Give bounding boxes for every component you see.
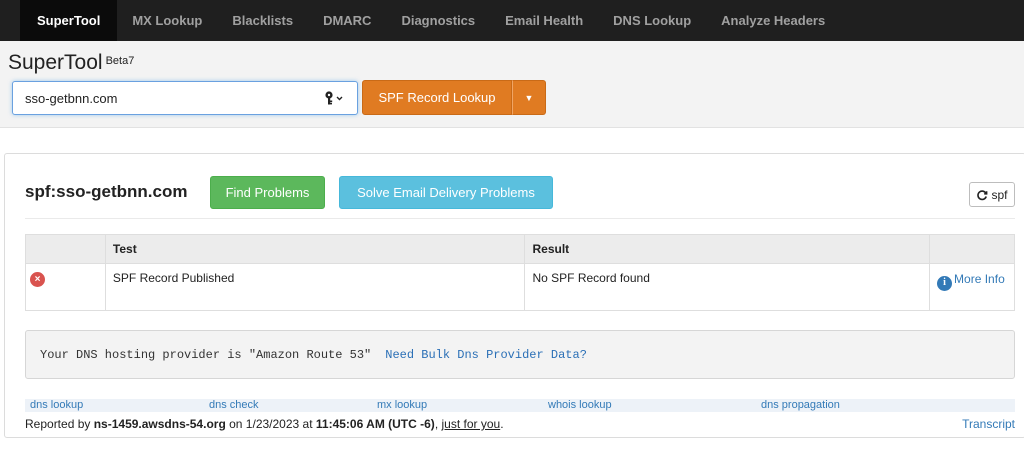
lookup-button-group: SPF Record Lookup ▼ [362,80,546,115]
dns-provider-notice: Your DNS hosting provider is "Amazon Rou… [25,330,1015,379]
brand-name: SuperTool [8,51,103,74]
nav-tab-analyze-headers[interactable]: Analyze Headers [706,0,840,41]
whois-lookup-link[interactable]: whois lookup [548,399,612,411]
header-result: Result [524,234,931,264]
report-date: on 1/23/2023 at [229,417,313,431]
header-status [25,234,106,264]
report-time: 11:45:06 AM (UTC -6) [315,417,435,431]
nav-tab-mx-lookup[interactable]: MX Lookup [117,0,217,41]
nav-tab-blacklists[interactable]: Blacklists [217,0,308,41]
report-prefix: Reported by [25,417,91,431]
top-navigation: SuperTool MX Lookup Blacklists DMARC Dia… [0,0,1024,41]
lookup-dropdown-toggle[interactable]: ▼ [512,80,546,115]
dns-check-link[interactable]: dns check [209,399,259,411]
mx-lookup-link[interactable]: mx lookup [377,399,427,411]
bulk-dns-provider-link[interactable]: Need Bulk Dns Provider Data? [385,348,587,362]
find-problems-button[interactable]: Find Problems [210,176,325,209]
results-table: Test Result × SPF Record Published No SP… [25,234,1015,311]
solve-delivery-problems-button[interactable]: Solve Email Delivery Problems [339,176,553,209]
panel-title: spf:sso-getbnn.com [25,182,188,201]
refresh-icon [977,189,988,200]
table-header-row: Test Result [25,234,1015,264]
nav-tab-dmarc[interactable]: DMARC [308,0,386,41]
test-cell: SPF Record Published [104,263,526,311]
more-info-link[interactable]: i More Info [937,271,1005,291]
nav-tab-dns-lookup[interactable]: DNS Lookup [598,0,706,41]
divider [25,218,1015,219]
caret-down-icon: ▼ [524,92,534,103]
tool-header: SuperToolBeta7 SPF Record Lookup ▼ [0,41,1024,128]
result-cell: No SPF Record found [524,263,931,311]
more-info-label: More Info [954,272,1005,286]
just-for-you-link[interactable]: just for you [442,417,501,431]
refresh-label: spf [991,187,1008,202]
dns-provider-text: Your DNS hosting provider is "Amazon Rou… [40,347,372,362]
results-panel: spf:sso-getbnn.com Find Problems Solve E… [4,153,1024,438]
report-period: . [500,417,504,431]
more-info-cell: i More Info [929,263,1015,311]
header-info [929,234,1015,264]
beta-badge: Beta7 [105,55,135,67]
key-icon[interactable] [323,90,345,106]
header-test: Test [104,234,526,264]
search-box [12,81,358,115]
nav-tab-supertool[interactable]: SuperTool [20,0,118,41]
report-line: Reported by ns-1459.awsdns-54.org on 1/2… [25,417,1015,431]
search-input[interactable] [13,82,313,114]
brand-title: SuperTool Beta7 [8,51,134,75]
error-icon: × [30,272,45,287]
dns-propagation-link[interactable]: dns propagation [761,399,840,411]
nav-tab-diagnostics[interactable]: Diagnostics [386,0,490,41]
table-row: × SPF Record Published No SPF Record fou… [25,263,1015,311]
info-icon: i [937,275,953,291]
nav-tab-email-health[interactable]: Email Health [490,0,598,41]
report-comma: , [434,417,439,431]
refresh-spf-button[interactable]: spf [969,182,1015,207]
report-server: ns-1459.awsdns-54.org [93,417,226,431]
spf-record-lookup-button[interactable]: SPF Record Lookup [362,80,512,115]
transcript-link[interactable]: Transcript [962,417,1015,431]
dns-lookup-link[interactable]: dns lookup [30,399,83,411]
quick-links: dns lookup dns check mx lookup whois loo… [25,399,1015,412]
status-cell: × [25,263,106,311]
